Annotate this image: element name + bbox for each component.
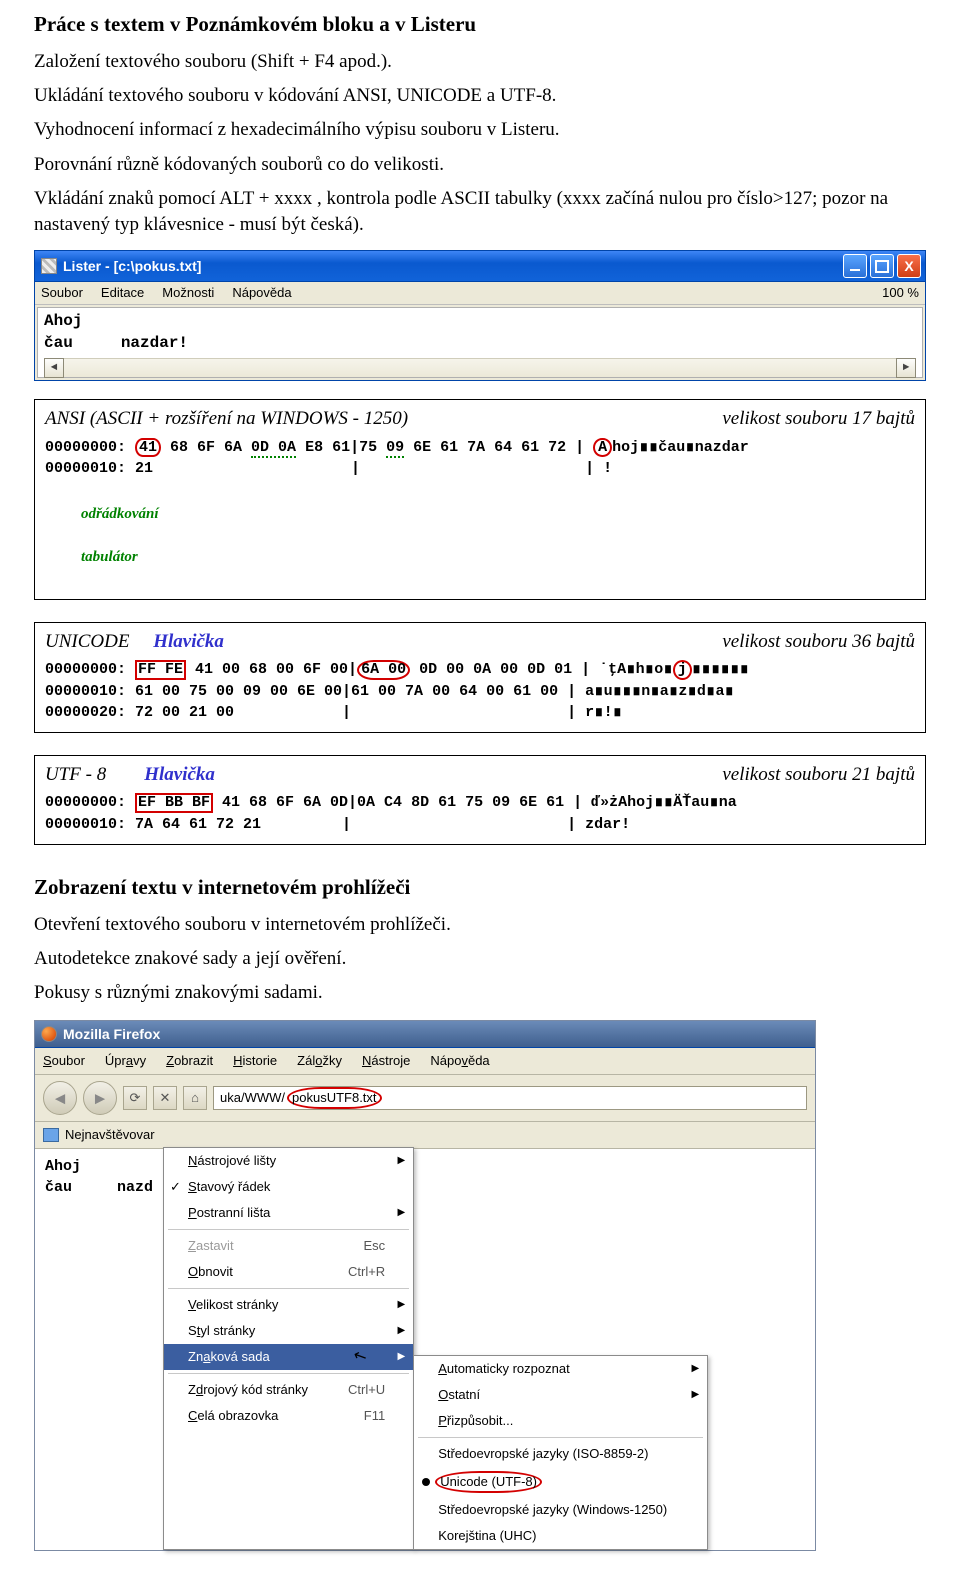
unicode-title: UNICODE <box>45 631 129 652</box>
menu-item[interactable]: ZastavitEsc <box>164 1233 413 1259</box>
menu-item[interactable]: Úpravy <box>105 1052 146 1070</box>
reload-button[interactable]: ⟳ <box>123 1086 147 1110</box>
home-button[interactable]: ⌂ <box>183 1086 207 1110</box>
firefox-window: Mozilla Firefox Soubor Úpravy Zobrazit H… <box>34 1020 816 1550</box>
zobrazit-menu: Nástrojové lišty▶✓Stavový řádekPostranní… <box>163 1147 414 1550</box>
para: Vyhodnocení informací z hexadecimálního … <box>34 117 926 143</box>
annotation-tabulator: tabulátor <box>81 549 138 565</box>
menu-item[interactable]: Znaková sada▶↖ <box>164 1344 413 1370</box>
menu-item[interactable]: Zdrojový kód stránkyCtrl+U <box>164 1377 413 1403</box>
menu-item[interactable]: Nástroje <box>362 1052 410 1070</box>
red-box-annotation: EF BB BF <box>135 793 213 813</box>
annotation-odradkovani: odřádkování <box>81 506 159 522</box>
ansi-hex-line: 00000000: 41 68 6F 6A 0D 0A E8 61|75 09 … <box>45 437 915 459</box>
firefox-titlebar: Mozilla Firefox <box>35 1021 815 1048</box>
menu-item[interactable]: Soubor <box>43 1052 85 1070</box>
minimize-button[interactable] <box>843 254 867 278</box>
utf8-size: velikost souboru 21 bajtů <box>722 762 915 788</box>
heading-browser: Zobrazení textu v internetovém prohlížeč… <box>34 873 926 902</box>
bookmarks-label[interactable]: Nejnavštěvovar <box>65 1126 155 1144</box>
utf8-hex-line: 00000000: EF BB BF 41 68 6F 6A 0D|0A C4 … <box>45 792 915 814</box>
red-circle-annotation: 6A 00 <box>357 660 410 680</box>
utf8-hex-box: UTF - 8 Hlavička velikost souboru 21 baj… <box>34 755 926 845</box>
para: Otevření textového souboru v internetové… <box>34 912 926 938</box>
firefox-title-text: Mozilla Firefox <box>63 1025 160 1044</box>
ansi-title: ANSI (ASCII + rozšíření na WINDOWS - 125… <box>45 406 408 432</box>
menu-item[interactable]: Nápověda <box>430 1052 489 1070</box>
menu-item[interactable]: Přizpůsobit... <box>414 1408 707 1434</box>
unicode-hex-box: UNICODE Hlavička velikost souboru 36 baj… <box>34 622 926 733</box>
para: Pokusy s různými znakovými sadami. <box>34 980 926 1006</box>
scroll-right-icon[interactable]: ► <box>896 358 916 378</box>
menu-item[interactable]: Automaticky rozpoznat▶ <box>414 1356 707 1382</box>
annotation-hlavicka: Hlavička <box>153 631 224 652</box>
menu-item[interactable]: Záložky <box>297 1052 342 1070</box>
ansi-hex-box: ANSI (ASCII + rozšíření na WINDOWS - 125… <box>34 399 926 599</box>
unicode-hex-line: 00000000: FF FE 41 00 68 00 6F 00|6A 00 … <box>45 659 915 681</box>
para: Autodetekce znakové sady a její ověření. <box>34 946 926 972</box>
forward-button[interactable]: ► <box>83 1081 117 1115</box>
red-circle-annotation: pokusUTF8.txt <box>287 1087 382 1109</box>
close-button[interactable]: X <box>897 254 921 278</box>
ansi-size: velikost souboru 17 bajtů <box>722 406 915 432</box>
menu-item[interactable]: Nápověda <box>232 284 291 302</box>
lister-percent: 100 % <box>882 284 919 302</box>
menu-item[interactable]: Zobrazit <box>166 1052 213 1070</box>
firefox-icon <box>41 1026 57 1042</box>
lister-scrollbar[interactable]: ◄ ► <box>44 358 916 377</box>
url-input[interactable]: uka/WWW/pokusUTF8.txt <box>213 1086 807 1110</box>
lister-icon <box>41 258 57 274</box>
stop-button[interactable]: ✕ <box>153 1086 177 1110</box>
utf8-hex-line: 00000010: 7A 64 61 72 21 | | zdar! <box>45 814 915 836</box>
cursor-icon: ↖ <box>350 1344 371 1370</box>
firefox-menubar: Soubor Úpravy Zobrazit Historie Záložky … <box>35 1048 815 1075</box>
menu-item[interactable]: Styl stránky▶ <box>164 1318 413 1344</box>
para: Porovnání různě kódovaných souborů co do… <box>34 152 926 178</box>
firefox-toolbar: ◄ ► ⟳ ✕ ⌂ uka/WWW/pokusUTF8.txt <box>35 1075 815 1122</box>
menu-item[interactable]: Korejština (UHC) <box>414 1523 707 1549</box>
back-button[interactable]: ◄ <box>43 1081 77 1115</box>
menu-item[interactable]: Velikost stránky▶ <box>164 1292 413 1318</box>
menu-item[interactable]: Nástrojové lišty▶ <box>164 1148 413 1174</box>
menu-item[interactable]: ObnovitCtrl+R <box>164 1259 413 1285</box>
lister-line: Ahoj <box>44 310 916 332</box>
red-circle-annotation: j <box>673 660 692 680</box>
unicode-size: velikost souboru 36 bajtů <box>722 629 915 655</box>
menu-item[interactable]: Historie <box>233 1052 277 1070</box>
maximize-button[interactable] <box>870 254 894 278</box>
lister-titlebar: Lister - [c:\pokus.txt] X <box>35 251 925 282</box>
menu-item[interactable]: Postranní lišta▶ <box>164 1200 413 1226</box>
znakova-sada-submenu: Automaticky rozpoznat▶Ostatní▶Přizpůsobi… <box>413 1355 708 1550</box>
red-circle-annotation: 41 <box>135 438 161 458</box>
lister-body: Ahoj čau nazdar! ◄ ► <box>37 307 923 378</box>
menu-item[interactable]: Soubor <box>41 284 83 302</box>
menu-item[interactable]: ✓Stavový řádek <box>164 1174 413 1200</box>
red-box-annotation: FF FE <box>135 660 186 680</box>
scroll-left-icon[interactable]: ◄ <box>44 358 64 378</box>
lister-menubar: Soubor Editace Možnosti Nápověda 100 % <box>35 282 925 305</box>
lister-window: Lister - [c:\pokus.txt] X Soubor Editace… <box>34 250 926 381</box>
lister-line: čau nazdar! <box>44 332 916 354</box>
folder-icon <box>43 1128 59 1142</box>
menu-item[interactable]: Unicode (UTF-8) <box>414 1467 707 1497</box>
menu-item[interactable]: Ostatní▶ <box>414 1382 707 1408</box>
utf8-title: UTF - 8 <box>45 764 106 785</box>
para: Vkládání znaků pomocí ALT + xxxx , kontr… <box>34 186 926 238</box>
para: Založení textového souboru (Shift + F4 a… <box>34 49 926 75</box>
para: Ukládání textového souboru v kódování AN… <box>34 83 926 109</box>
annotation-hlavicka: Hlavička <box>144 764 215 785</box>
red-circle-annotation: A <box>593 438 612 458</box>
firefox-body-text: Ahoj čau nazd <box>35 1149 163 1206</box>
menu-item[interactable]: Středoevropské jazyky (Windows-1250) <box>414 1497 707 1523</box>
unicode-hex-line: 00000010: 61 00 75 00 09 00 6E 00|61 00 … <box>45 681 915 703</box>
menu-item[interactable]: Editace <box>101 284 144 302</box>
heading-main: Práce s textem v Poznámkovém bloku a v L… <box>34 10 926 39</box>
lister-title-text: Lister - [c:\pokus.txt] <box>63 257 201 276</box>
menu-item[interactable]: Středoevropské jazyky (ISO-8859-2) <box>414 1441 707 1467</box>
menu-item[interactable]: Celá obrazovkaF11 <box>164 1403 413 1429</box>
bookmarks-bar: Nejnavštěvovar <box>35 1122 815 1149</box>
unicode-hex-line: 00000020: 72 00 21 00 | | r∎!∎ <box>45 702 915 724</box>
menu-item[interactable]: Možnosti <box>162 284 214 302</box>
